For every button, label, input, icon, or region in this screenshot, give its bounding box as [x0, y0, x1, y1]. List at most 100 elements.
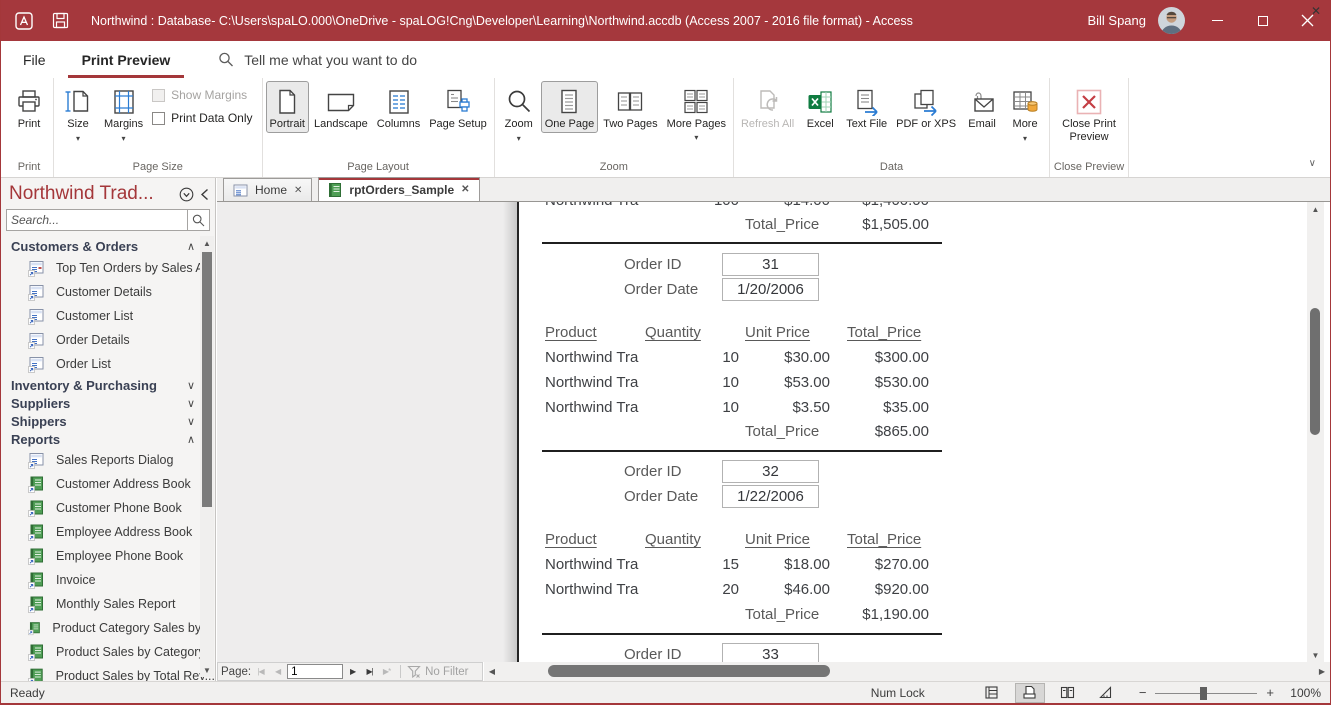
page-setup-button[interactable]: Page Setup	[425, 81, 491, 133]
vertical-scrollbar-thumb[interactable]	[1310, 308, 1320, 435]
page-number-input[interactable]	[287, 664, 343, 679]
more-pages-button[interactable]: More Pages ▾	[663, 81, 730, 146]
close-button[interactable]	[1285, 0, 1330, 41]
ribbon: Print Print Size ▾ Margins	[1, 78, 1330, 178]
group-label-print: Print	[8, 160, 50, 177]
nav-search-input[interactable]	[6, 209, 188, 231]
tab-close-icon[interactable]: ✕	[294, 185, 302, 196]
nav-group-suppliers[interactable]: Suppliers ∨	[1, 394, 215, 412]
page-navigator: Page: |◀ ◀ ▶ ▶| ▶* No Filter	[217, 662, 483, 681]
minimize-button[interactable]	[1195, 0, 1240, 41]
landscape-button[interactable]: Landscape	[310, 81, 372, 133]
nav-item[interactable]: Order List	[1, 352, 215, 376]
nav-search-button[interactable]	[188, 209, 210, 231]
scroll-up-icon[interactable]: ▲	[1307, 202, 1324, 216]
nav-item[interactable]: Employee Phone Book	[1, 544, 215, 568]
close-print-preview-button[interactable]: Close Print Preview	[1053, 81, 1125, 146]
separator	[400, 665, 401, 678]
nav-item[interactable]: Top Ten Orders by Sales A...	[1, 256, 215, 280]
nav-group-customers-orders[interactable]: Customers & Orders ∧	[1, 236, 215, 256]
nav-item[interactable]: Product Sales by Category	[1, 640, 215, 664]
nav-item[interactable]: Sales Reports Dialog	[1, 448, 215, 472]
save-icon[interactable]	[49, 10, 71, 32]
nav-item[interactable]: Product Sales by Total Rev...	[1, 664, 215, 681]
design-view-button[interactable]	[1091, 683, 1121, 703]
print-preview-view-button[interactable]	[1015, 683, 1045, 703]
columns-button[interactable]: Columns	[373, 81, 424, 133]
ribbon-group-data: Refresh All Excel Text File	[734, 78, 1050, 177]
print-data-only-checkbox[interactable]: Print Data Only	[152, 111, 252, 125]
tab-file[interactable]: File	[9, 41, 60, 78]
nav-item[interactable]: Employee Address Book	[1, 520, 215, 544]
zoom-slider[interactable]	[1155, 686, 1257, 700]
nav-item[interactable]: Customer List	[1, 304, 215, 328]
email-button[interactable]: Email	[961, 81, 1003, 133]
print-preview-canvas[interactable]: Northwind Tra 100 $14.00 $1,400.00 Total…	[217, 202, 1307, 662]
nav-item[interactable]: Monthly Sales Report	[1, 592, 215, 616]
export-pdf-xps-button[interactable]: PDF or XPS	[892, 81, 960, 133]
nav-scrollbar[interactable]: ▲ ▼	[200, 236, 214, 677]
no-filter-button: No Filter	[407, 665, 468, 678]
page-label: Page:	[221, 666, 251, 678]
more-export-button[interactable]: More ▾	[1004, 81, 1046, 147]
export-text-file-button[interactable]: Text File	[842, 81, 891, 133]
size-button[interactable]: Size ▾	[57, 81, 99, 147]
one-page-button[interactable]: One Page	[541, 81, 599, 133]
zoom-percentage[interactable]: 100%	[1283, 686, 1321, 700]
zoom-slider-thumb[interactable]	[1200, 687, 1207, 700]
order-id-label: Order ID	[624, 646, 682, 662]
scroll-down-icon[interactable]: ▼	[200, 663, 214, 677]
collapse-ribbon-icon[interactable]: ∨	[1309, 158, 1316, 169]
scroll-right-icon[interactable]: ▶	[1314, 662, 1330, 681]
report-row-partial: Northwind Tra 100 $14.00 $1,400.00	[519, 202, 1307, 209]
doc-tab-rptorders-sample[interactable]: rptOrders_Sample ✕	[318, 177, 479, 201]
nav-item[interactable]: Product Category Sales by ...	[1, 616, 215, 640]
nav-menu-icon[interactable]	[179, 187, 194, 202]
titlebar: Northwind : Database- C:\Users\spaLO.000…	[1, 0, 1330, 41]
vertical-scrollbar[interactable]: ▲ ▼	[1307, 202, 1324, 662]
zoom-button[interactable]: Zoom ▾	[498, 81, 540, 147]
doc-tab-home[interactable]: Home ✕	[223, 178, 312, 201]
checkbox-icon	[152, 112, 165, 125]
two-pages-button[interactable]: Two Pages	[599, 81, 661, 133]
layout-view-button[interactable]	[1053, 683, 1083, 703]
last-page-button[interactable]: ▶|	[362, 667, 377, 676]
print-button[interactable]: Print	[8, 81, 50, 133]
nav-group-shippers[interactable]: Shippers ∨	[1, 412, 215, 430]
report-view-button[interactable]	[977, 683, 1007, 703]
nav-item[interactable]: Customer Details	[1, 280, 215, 304]
portrait-button[interactable]: Portrait	[266, 81, 309, 133]
nav-item[interactable]: Invoice	[1, 568, 215, 592]
margins-icon	[110, 85, 138, 118]
horizontal-scrollbar-thumb[interactable]	[548, 665, 830, 677]
nav-item[interactable]: Customer Address Book	[1, 472, 215, 496]
search-icon	[192, 214, 205, 227]
maximize-button[interactable]	[1240, 0, 1285, 41]
nav-group-reports[interactable]: Reports ∧	[1, 430, 215, 448]
account-name[interactable]: Bill Spang	[1087, 13, 1146, 28]
next-page-button[interactable]: ▶	[345, 667, 360, 676]
tab-print-preview[interactable]: Print Preview	[68, 41, 185, 78]
print-preview-icon	[1022, 685, 1037, 700]
scroll-up-icon[interactable]: ▲	[200, 236, 214, 250]
close-document-icon[interactable]: ✕	[1311, 4, 1321, 18]
zoom-in-button[interactable]: +	[1266, 685, 1274, 700]
tab-close-icon[interactable]: ✕	[461, 184, 469, 195]
horizontal-scrollbar[interactable]: ◀ ▶	[484, 662, 1330, 681]
report-icon	[28, 548, 45, 565]
nav-object-list: Customers & Orders ∧ Top Ten Orders by S…	[1, 236, 215, 681]
scroll-down-icon[interactable]: ▼	[1307, 648, 1324, 662]
shutter-close-icon[interactable]	[200, 188, 209, 201]
scroll-left-icon[interactable]: ◀	[484, 662, 500, 681]
table-database-icon	[1011, 85, 1039, 118]
tell-me-box[interactable]: Tell me what you want to do	[218, 41, 417, 78]
nav-scrollbar-thumb[interactable]	[202, 252, 212, 507]
nav-item[interactable]: Order Details	[1, 328, 215, 352]
nav-item[interactable]: Customer Phone Book	[1, 496, 215, 520]
avatar[interactable]	[1158, 7, 1185, 34]
report-column-headers: Product Quantity Unit Price Total_Price	[519, 324, 1307, 341]
export-excel-button[interactable]: Excel	[799, 81, 841, 133]
margins-button[interactable]: Margins ▾	[100, 81, 147, 147]
zoom-out-button[interactable]: −	[1139, 685, 1147, 700]
nav-group-inventory[interactable]: Inventory & Purchasing ∨	[1, 376, 215, 394]
